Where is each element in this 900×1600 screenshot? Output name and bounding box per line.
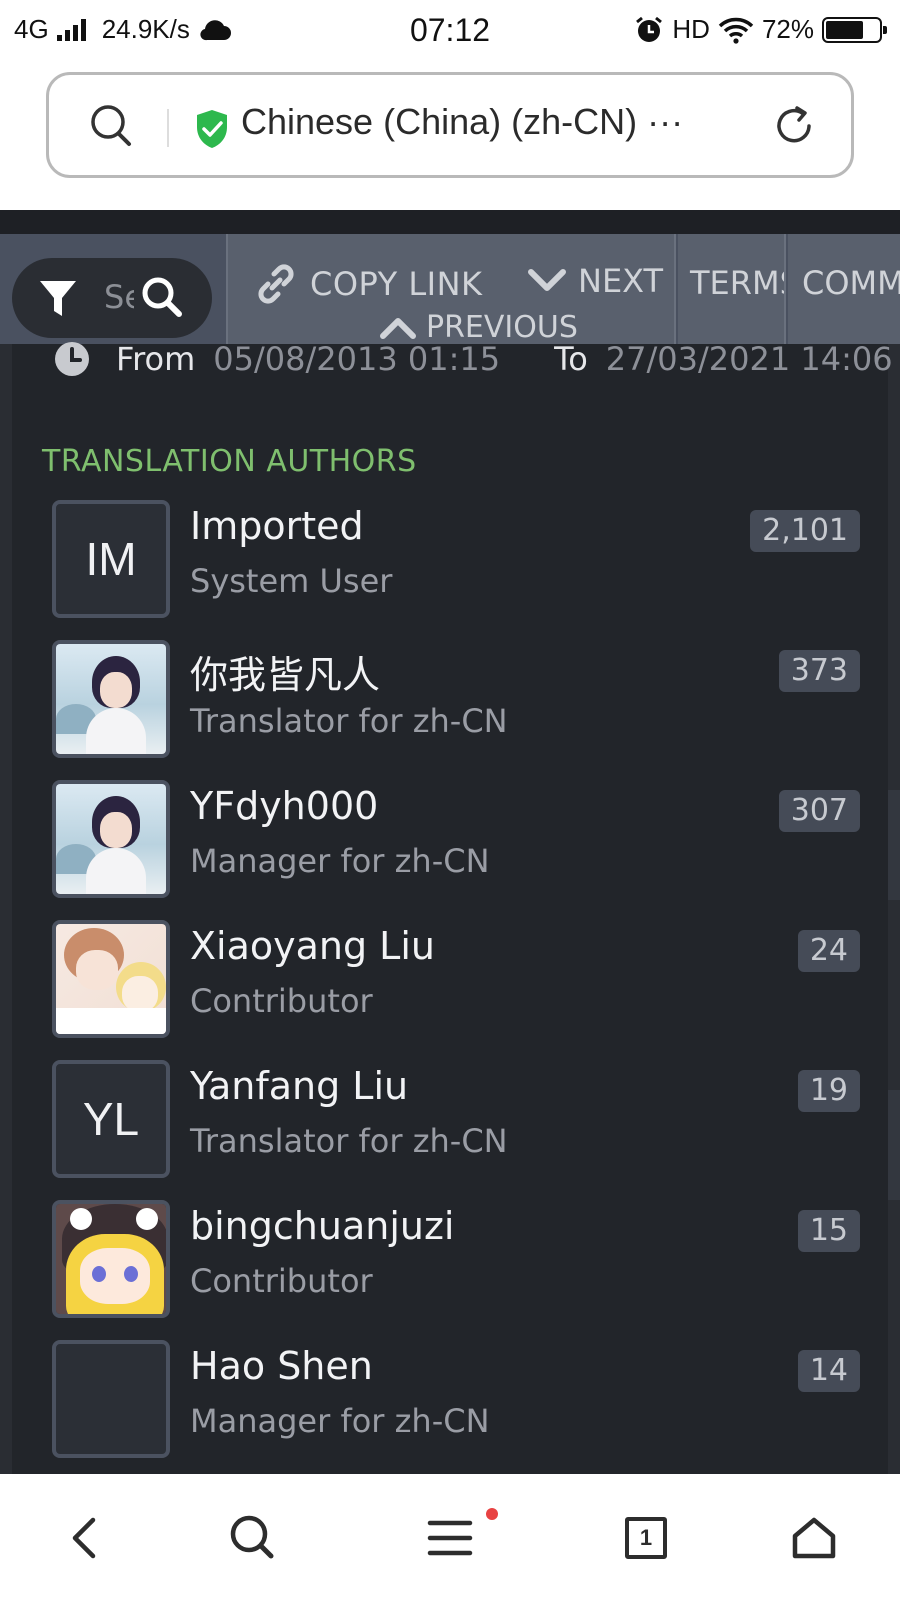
author-role: Manager for zh-CN	[190, 842, 490, 880]
author-name[interactable]: 你我皆凡人	[190, 644, 380, 699]
author-role: System User	[190, 562, 393, 600]
page-top-strip	[0, 210, 900, 234]
reload-icon[interactable]	[771, 103, 817, 149]
avatar-photo	[56, 1204, 166, 1314]
author-role: Contributor	[190, 1262, 373, 1300]
shield-check-icon	[197, 110, 227, 148]
tabs-icon: 1	[625, 1517, 667, 1559]
background-column-edge	[888, 790, 900, 900]
author-name[interactable]: Imported	[190, 504, 364, 548]
back-icon	[72, 1517, 96, 1559]
hd-indicator: HD	[672, 14, 710, 44]
search-input[interactable]: Search	[104, 278, 134, 316]
to-value: 27/03/2021 14:06	[605, 340, 893, 378]
battery-icon	[822, 16, 887, 43]
browser-address-area: Chinese (China) (zh-CN) ···	[0, 62, 900, 210]
next-button[interactable]: NEXT	[528, 262, 663, 300]
author-name[interactable]: YFdyh000	[190, 784, 378, 828]
menu-icon	[427, 1520, 473, 1556]
terms-label: TERMS	[690, 264, 784, 302]
back-button[interactable]	[52, 1506, 116, 1570]
search-button[interactable]	[220, 1506, 284, 1570]
author-row[interactable]: Xiaoyang Liu Contributor 24	[52, 920, 860, 1060]
authors-panel: From 05/08/2013 01:15 To 27/03/2021 14:0…	[12, 340, 893, 1474]
tabs-count: 1	[639, 1525, 653, 1550]
author-row[interactable]: YL Yanfang Liu Translator for zh-CN 19	[52, 1060, 860, 1200]
translation-count-badge: 15	[797, 1210, 860, 1252]
web-page: Search COPY LINK NEXT PREVIOUS TERMS COM…	[0, 210, 900, 1474]
home-button[interactable]	[782, 1506, 846, 1570]
author-row[interactable]: bingchuanjuzi Contributor 15	[52, 1200, 860, 1340]
translation-count-badge: 307	[778, 790, 860, 832]
notification-dot	[486, 1508, 498, 1520]
from-label: From	[116, 340, 196, 378]
navigation-group: COPY LINK NEXT PREVIOUS	[226, 234, 676, 345]
to-label: To	[554, 340, 588, 378]
avatar-initials: YL	[82, 1093, 140, 1145]
author-role: Manager for zh-CN	[190, 1402, 490, 1440]
avatar[interactable]	[52, 640, 170, 758]
avatar[interactable]	[52, 780, 170, 898]
link-icon	[258, 264, 294, 304]
chevron-up-icon	[380, 317, 416, 339]
avatar[interactable]	[52, 1200, 170, 1318]
wifi-icon	[718, 17, 754, 44]
copy-link-label: COPY LINK	[310, 265, 483, 303]
author-row[interactable]: YFdyh000 Manager for zh-CN 307	[52, 780, 860, 920]
translation-count-badge: 14	[797, 1350, 860, 1392]
tabs-button[interactable]: 1	[614, 1506, 678, 1570]
author-name[interactable]: bingchuanjuzi	[190, 1204, 454, 1248]
filter-search-box[interactable]: Search	[12, 258, 212, 338]
clock-icon	[55, 342, 89, 376]
avatar-photo	[56, 924, 166, 1034]
author-role: Translator for zh-CN	[190, 1122, 508, 1160]
translation-count-badge: 2,101	[750, 510, 860, 552]
author-name[interactable]: Yanfang Liu	[190, 1064, 408, 1108]
avatar[interactable]	[52, 1340, 170, 1458]
home-icon	[792, 1517, 836, 1559]
avatar-photo	[56, 784, 166, 894]
avatar-photo	[56, 644, 166, 754]
search-icon	[230, 1515, 274, 1559]
address-text[interactable]: Chinese (China) (zh-CN) ···	[241, 101, 683, 143]
author-row[interactable]: 你我皆凡人 Translator for zh-CN 373	[52, 640, 860, 780]
author-name[interactable]: Hao Shen	[190, 1344, 373, 1388]
author-name[interactable]: Xiaoyang Liu	[190, 924, 435, 968]
avatar[interactable]: YL	[52, 1060, 170, 1178]
translation-count-badge: 19	[797, 1070, 860, 1112]
address-bar[interactable]: Chinese (China) (zh-CN) ···	[46, 72, 854, 178]
battery-percent: 72%	[761, 14, 814, 44]
status-right: HD 72%	[634, 14, 887, 45]
comments-tab[interactable]: COMM	[788, 234, 900, 344]
author-role: Contributor	[190, 982, 373, 1020]
status-bar: 4G 24.9K/s 07:12 HD 72%	[0, 0, 900, 62]
next-label: NEXT	[578, 262, 664, 300]
avatar[interactable]	[52, 920, 170, 1038]
translation-count-badge: 373	[778, 650, 860, 692]
author-row[interactable]: IM Imported System User 2,101	[52, 500, 860, 640]
address-divider	[167, 109, 169, 147]
background-column-edge	[888, 1090, 900, 1200]
date-range: From 05/08/2013 01:15 To 27/03/2021 14:0…	[54, 340, 893, 378]
battery-level	[826, 20, 864, 39]
chevron-down-icon	[528, 269, 566, 291]
avatar-initials: IM	[85, 533, 137, 585]
from-value: 05/08/2013 01:15	[213, 340, 501, 378]
copy-link-button[interactable]: COPY LINK	[254, 262, 483, 306]
translation-count-badge: 24	[797, 930, 860, 972]
alarm-icon	[636, 16, 663, 42]
author-row[interactable]: Hao Shen Manager for zh-CN 14	[52, 1340, 860, 1474]
author-list: IM Imported System User 2,101 你我皆凡人 Tran…	[52, 500, 860, 1474]
filter-icon[interactable]	[38, 278, 78, 320]
terms-tab[interactable]: TERMS	[678, 234, 786, 344]
search-icon[interactable]	[140, 275, 184, 321]
comments-label: COMM	[802, 264, 900, 302]
menu-button[interactable]	[418, 1506, 482, 1570]
search-icon[interactable]	[89, 103, 133, 149]
section-title: TRANSLATION AUTHORS	[42, 444, 417, 479]
avatar[interactable]: IM	[52, 500, 170, 618]
browser-bottom-nav: 1	[0, 1474, 900, 1600]
translation-toolbar: Search COPY LINK NEXT PREVIOUS TERMS COM…	[0, 234, 900, 345]
author-role: Translator for zh-CN	[190, 702, 508, 740]
